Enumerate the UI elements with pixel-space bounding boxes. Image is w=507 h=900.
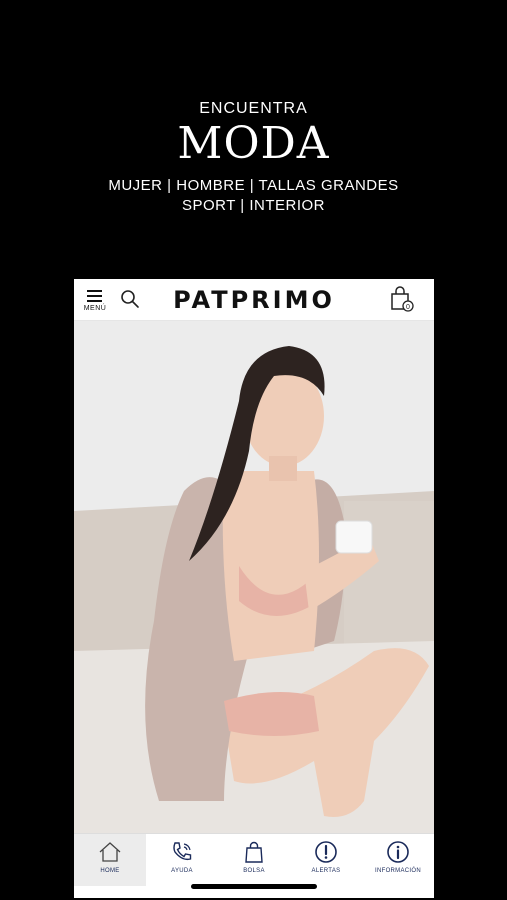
- tab-informacion[interactable]: INFORMACIÓN: [362, 834, 434, 886]
- home-icon: [99, 842, 121, 862]
- tab-label: ALERTAS: [311, 868, 341, 874]
- info-icon: [387, 841, 409, 863]
- tab-ayuda[interactable]: AYUDA: [146, 834, 218, 886]
- menu-label: MENÚ: [83, 305, 107, 312]
- search-icon: [121, 290, 139, 308]
- promo-categories-line-2: SPORT | INTERIOR: [181, 197, 326, 214]
- model-photo: [74, 321, 434, 833]
- bag-icon: [245, 841, 263, 863]
- menu-button[interactable]: MENÚ: [82, 288, 108, 314]
- app-screenshot-frame: MENÚ PATPRIMO 0 HOME AYUDA BOLSA ALERTAS…: [74, 279, 434, 898]
- promo-eyebrow: ENCUENTRA: [199, 100, 308, 117]
- tab-home[interactable]: HOME: [74, 834, 146, 886]
- tab-label: AYUDA: [171, 868, 193, 874]
- tab-bolsa[interactable]: BOLSA: [218, 834, 290, 886]
- tab-label: HOME: [100, 868, 120, 874]
- shopping-bag-button[interactable]: 0: [388, 285, 416, 313]
- tab-alertas[interactable]: ALERTAS: [290, 834, 362, 886]
- shopping-bag-icon: 0: [391, 286, 414, 312]
- promo-title: MODA: [177, 118, 330, 169]
- promo-categories-line-1: MUJER | HOMBRE | TALLAS GRANDES: [108, 177, 399, 194]
- search-button[interactable]: [120, 289, 140, 309]
- tab-label: BOLSA: [243, 868, 265, 874]
- brand-logo[interactable]: PATPRIMO: [154, 286, 354, 314]
- phone-icon: [173, 842, 192, 861]
- tab-label: INFORMACIÓN: [375, 868, 421, 874]
- alert-icon: [315, 841, 337, 863]
- app-header: MENÚ PATPRIMO 0: [74, 279, 434, 321]
- hamburger-icon: [87, 290, 102, 302]
- home-indicator[interactable]: [191, 884, 317, 889]
- hero-image[interactable]: [74, 321, 434, 833]
- bag-count: 0: [406, 304, 410, 311]
